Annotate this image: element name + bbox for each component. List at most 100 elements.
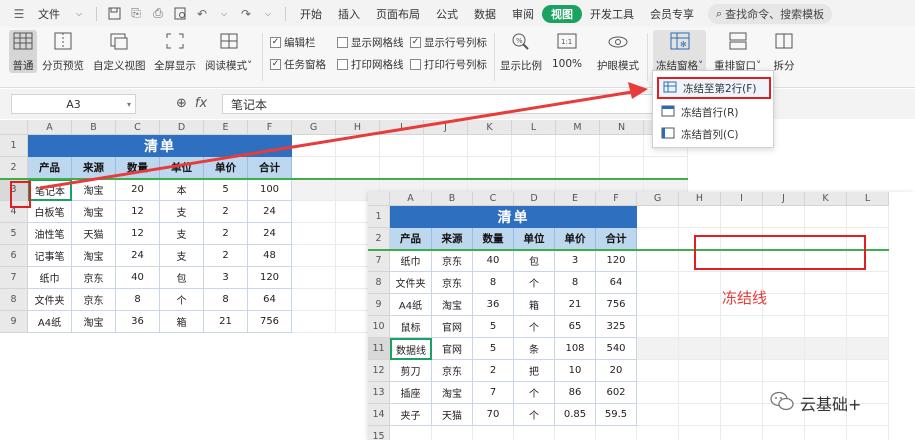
full-screen-button[interactable]: 全屏显示 (154, 30, 196, 73)
redo-icon[interactable]: ↷ (238, 6, 254, 22)
chevron-down-icon[interactable]: ▾ (127, 100, 131, 109)
grid-cell[interactable] (292, 311, 336, 333)
grid-cell[interactable] (468, 157, 512, 179)
table-cell[interactable]: 支 (160, 201, 204, 223)
task-pane-checkbox[interactable]: ✓ 任务窗格 (270, 57, 326, 72)
table-cell[interactable]: 24 (248, 223, 292, 245)
grid-cell[interactable] (336, 157, 380, 179)
grid-cell[interactable] (805, 316, 847, 338)
table-cell[interactable]: 条 (514, 338, 555, 360)
table-cell[interactable]: 淘宝 (72, 179, 116, 201)
grid-cell[interactable] (424, 157, 468, 179)
table-cell[interactable]: 24 (248, 201, 292, 223)
column-header[interactable]: F (248, 120, 292, 135)
table-cell[interactable]: 108 (555, 338, 596, 360)
grid-cell[interactable] (847, 206, 889, 228)
table-cell[interactable]: 把 (514, 360, 555, 382)
column-header[interactable]: H (679, 192, 721, 206)
table-cell[interactable]: 20 (116, 179, 160, 201)
file-menu[interactable]: 文件 (30, 6, 68, 22)
table-cell[interactable]: 3 (204, 267, 248, 289)
grid-cell[interactable] (847, 294, 889, 316)
tab-view[interactable]: 视图 (542, 4, 582, 23)
table-cell[interactable]: 天猫 (432, 404, 473, 426)
column-header[interactable]: J (424, 120, 468, 135)
menu-item-freeze-first-row[interactable]: 冻结首行(R) (657, 101, 771, 123)
grid-cell[interactable] (380, 157, 424, 179)
freeze-panes-button[interactable]: ✻ 冻结窗格˅ (653, 30, 707, 73)
table-cell[interactable]: 个 (514, 316, 555, 338)
grid-cell[interactable] (600, 135, 644, 157)
table-cell[interactable]: A4纸 (28, 311, 72, 333)
grid-cell[interactable] (721, 404, 763, 426)
table-cell[interactable]: 淘宝 (432, 294, 473, 316)
column-header[interactable]: H (336, 120, 380, 135)
column-header[interactable]: E (555, 192, 596, 206)
column-header[interactable]: C (116, 120, 160, 135)
show-headers-checkbox[interactable]: ✓ 显示行号列标 (410, 35, 487, 50)
show-grid-checkbox[interactable]: 显示网格线 (337, 35, 404, 50)
split-button[interactable]: 拆分 (772, 30, 796, 73)
grid-cell[interactable] (679, 316, 721, 338)
tab-review[interactable]: 审阅 (504, 6, 542, 22)
chevron-down-icon[interactable]: ⌵ (216, 6, 232, 22)
grid-cell[interactable] (336, 135, 380, 157)
table-cell[interactable]: 8 (116, 289, 160, 311)
grid-cell[interactable] (292, 157, 336, 179)
table-cell[interactable]: 10 (555, 360, 596, 382)
table-cell[interactable]: 8 (473, 272, 514, 294)
table-cell[interactable]: 文件夹 (28, 289, 72, 311)
grid-cell[interactable] (556, 135, 600, 157)
table-cell[interactable]: 白板笔 (28, 201, 72, 223)
zoom-100-button[interactable]: 1:1 100% (552, 30, 582, 70)
page-break-button[interactable]: 分页预览 (42, 30, 84, 73)
table-cell[interactable]: 21 (204, 311, 248, 333)
table-cell[interactable]: 淘宝 (72, 245, 116, 267)
table-cell[interactable]: 油性笔 (28, 223, 72, 245)
row-header[interactable]: 2 (368, 228, 390, 250)
row-header[interactable]: 2 (0, 157, 28, 179)
grid-cell[interactable] (292, 179, 336, 201)
menu-item-freeze-first-column[interactable]: 冻结首列(C) (657, 123, 771, 145)
grid-cell[interactable] (679, 360, 721, 382)
table-cell[interactable]: 官网 (432, 338, 473, 360)
grid-cell[interactable] (637, 316, 679, 338)
table-header-cell[interactable]: 合计 (248, 157, 292, 179)
table-header-cell[interactable]: 产品 (28, 157, 72, 179)
grid-cell[interactable] (468, 135, 512, 157)
grid-cell[interactable] (637, 272, 679, 294)
menu-item-freeze-to-row-2[interactable]: 冻结至第2行(F) (657, 77, 771, 99)
tab-home[interactable]: 开始 (292, 6, 330, 22)
grid-cell[interactable] (514, 426, 555, 440)
grid-cell[interactable] (679, 206, 721, 228)
grid-cell[interactable] (292, 223, 336, 245)
table-cell[interactable]: 包 (160, 267, 204, 289)
column-header[interactable]: G (292, 120, 336, 135)
table-cell[interactable]: 2 (204, 245, 248, 267)
table-cell[interactable]: 京东 (432, 272, 473, 294)
row-header[interactable]: 8 (0, 289, 28, 311)
row-header[interactable]: 5 (0, 223, 28, 245)
table-cell[interactable]: 602 (596, 382, 637, 404)
table-header-cell[interactable]: 来源 (72, 157, 116, 179)
grid-cell[interactable] (292, 135, 336, 157)
table-cell[interactable]: 记事笔 (28, 245, 72, 267)
table-cell[interactable]: 天猫 (72, 223, 116, 245)
grid-cell[interactable] (596, 426, 637, 440)
grid-cell[interactable] (721, 382, 763, 404)
table-cell[interactable]: 24 (116, 245, 160, 267)
table-cell[interactable]: 0.85 (555, 404, 596, 426)
grid-cell[interactable] (512, 135, 556, 157)
grid-cell[interactable] (763, 360, 805, 382)
column-header[interactable]: I (721, 192, 763, 206)
grid-cell[interactable] (637, 360, 679, 382)
chevron-down-icon[interactable]: ⌵ (71, 6, 87, 22)
table-cell[interactable]: 箱 (514, 294, 555, 316)
table-cell[interactable]: 65 (555, 316, 596, 338)
grid-cell[interactable] (763, 272, 805, 294)
table-cell[interactable]: 7 (473, 382, 514, 404)
column-header[interactable]: A (390, 192, 432, 206)
column-header[interactable]: D (514, 192, 555, 206)
grid-cell[interactable] (805, 338, 847, 360)
grid-cell[interactable] (721, 426, 763, 440)
